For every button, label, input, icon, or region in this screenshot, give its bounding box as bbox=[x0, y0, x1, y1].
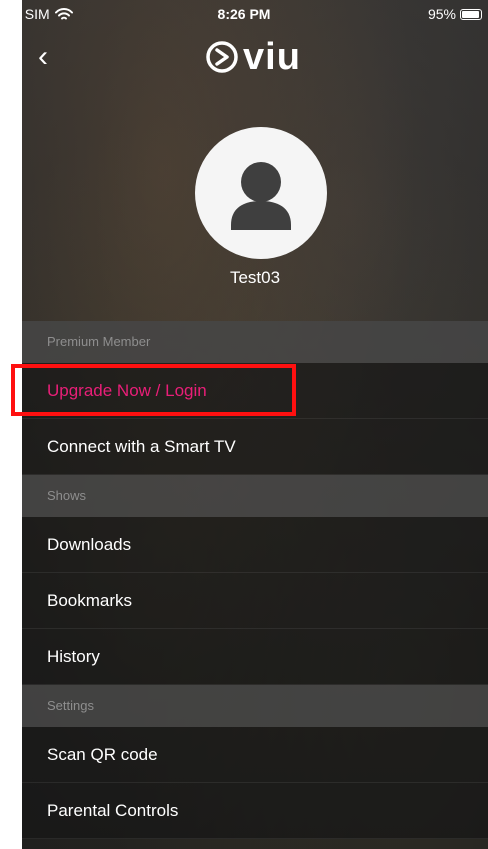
avatar[interactable] bbox=[195, 127, 327, 259]
viu-logo: viu bbox=[205, 38, 301, 76]
avatar-person-icon bbox=[231, 162, 291, 230]
logo-text: viu bbox=[243, 36, 301, 78]
battery-percent: 95% bbox=[427, 6, 456, 22]
connect-smart-tv-item[interactable]: Connect with a Smart TV bbox=[22, 419, 488, 475]
bookmarks-item[interactable]: Bookmarks bbox=[22, 573, 488, 629]
screen: ‹ viu Test03 Premium Member Upgrade Now … bbox=[22, 0, 488, 849]
status-right: 95% bbox=[428, 6, 482, 22]
status-bar: No SIM 8:26 PM 95% bbox=[0, 0, 488, 28]
menu: Premium Member Upgrade Now / Login Conne… bbox=[22, 321, 488, 839]
section-header-settings: Settings bbox=[22, 685, 488, 727]
username: Test03 bbox=[229, 268, 281, 287]
section-header-premium: Premium Member bbox=[22, 321, 488, 363]
battery-icon bbox=[460, 8, 482, 20]
back-icon[interactable]: ‹ bbox=[38, 42, 48, 72]
upgrade-login-item[interactable]: Upgrade Now / Login bbox=[22, 363, 488, 419]
scan-qr-code-item[interactable]: Scan QR code bbox=[22, 727, 488, 783]
viu-logo-icon bbox=[206, 41, 238, 73]
battery-fill bbox=[462, 10, 480, 18]
parental-controls-item[interactable]: Parental Controls bbox=[22, 783, 488, 839]
downloads-item[interactable]: Downloads bbox=[22, 517, 488, 573]
section-header-shows: Shows bbox=[22, 475, 488, 517]
status-time: 8:26 PM bbox=[217, 6, 271, 22]
history-item[interactable]: History bbox=[22, 629, 488, 685]
